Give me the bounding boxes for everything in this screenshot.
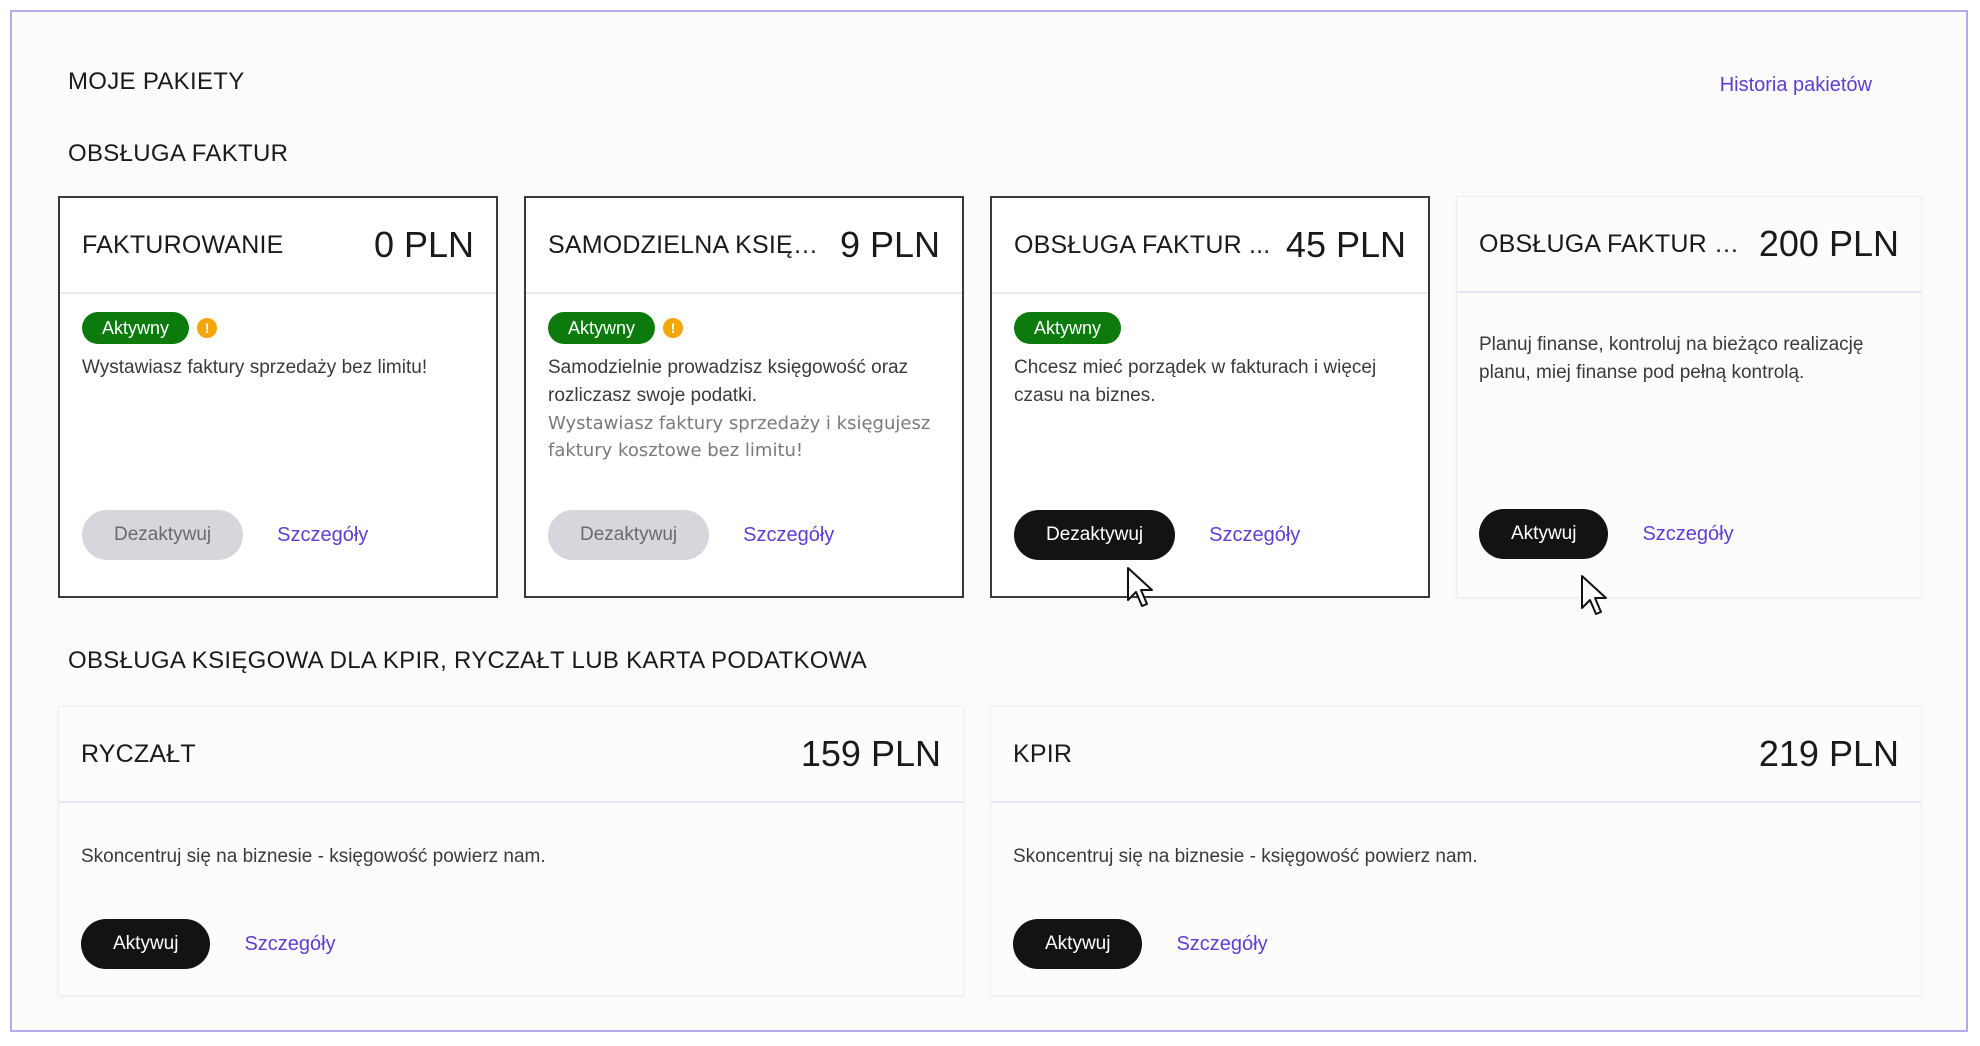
package-price: 219 PLN [1758,733,1899,774]
package-name: KPIR [1013,739,1073,768]
section-title-accounting: OBSŁUGA KSIĘGOWA DLA KPIR, RYCZAŁT LUB K… [68,647,868,674]
package-price: 159 PLN [800,733,941,774]
package-price: 45 PLN [1285,224,1406,265]
deactivate-button[interactable]: Dezaktywuj [82,510,244,560]
card-actions: Aktywuj Szczegóły [81,919,336,969]
deactivate-button[interactable]: Dezaktywuj [548,510,710,560]
card-header: SAMODZIELNA KSIĘG... 9 PLN [526,198,962,294]
card-header: RYCZAŁT 159 PLN [59,707,963,803]
card-body: Planuj finanse, kontroluj na bieżąco rea… [1457,293,1921,387]
status-row: Aktywny ! [548,312,940,344]
card-header: KPIR 219 PLN [991,707,1921,803]
mouse-pointer-icon [1127,567,1153,607]
package-card-samodzielna-ksiegowosc: SAMODZIELNA KSIĘG... 9 PLN Aktywny ! Sam… [524,196,964,598]
card-actions: Aktywuj Szczegóły [1013,919,1268,969]
card-header: OBSŁUGA FAKTUR D... 200 PLN [1457,197,1921,293]
section-title-invoices: OBSŁUGA FAKTUR [68,140,289,167]
details-link[interactable]: Szczegóły [1642,523,1733,546]
mouse-pointer-icon [1581,575,1607,615]
package-sub-description: Wystawiasz faktury sprzedaży i księgujes… [548,413,931,461]
warning-icon[interactable]: ! [197,318,218,338]
details-link[interactable]: Szczegóły [1209,524,1300,547]
status-badge: Aktywny [82,312,190,344]
package-name: FAKTUROWANIE [82,230,284,259]
package-name: OBSŁUGA FAKTUR D... [1479,229,1753,258]
package-price: 9 PLN [839,224,940,265]
package-card-fakturowanie: FAKTUROWANIE 0 PLN Aktywny ! Wystawiasz … [58,196,498,598]
package-card-kpir: KPIR 219 PLN Skoncentruj się na biznesie… [990,706,1922,996]
card-actions: Dezaktywuj Szczegóły [1014,510,1300,560]
package-description: Skoncentruj się na biznesie - księgowość… [81,846,546,867]
card-body: Aktywny Chcesz mieć porządek w fakturach… [992,294,1428,410]
package-name: SAMODZIELNA KSIĘG... [548,230,834,259]
status-row: Aktywny ! [82,312,474,344]
activate-button[interactable]: Aktywuj [1479,509,1609,559]
package-card-obsluga-faktur: OBSŁUGA FAKTUR ... 45 PLN Aktywny Chcesz… [990,196,1430,598]
package-price: 200 PLN [1758,223,1899,264]
package-description: Chcesz mieć porządek w fakturach i więce… [1014,357,1377,406]
status-badge: Aktywny [548,312,656,344]
card-body: Aktywny ! Samodzielnie prowadzisz księgo… [526,294,962,464]
card-header: FAKTUROWANIE 0 PLN [60,198,496,294]
package-description: Planuj finanse, kontroluj na bieżąco rea… [1479,334,1864,383]
warning-icon[interactable]: ! [663,318,684,338]
activate-button[interactable]: Aktywuj [81,919,211,969]
package-name: RYCZAŁT [81,739,196,768]
card-header: OBSŁUGA FAKTUR ... 45 PLN [992,198,1428,294]
package-price: 0 PLN [373,224,474,265]
package-name: OBSŁUGA FAKTUR ... [1014,230,1271,259]
card-body: Skoncentruj się na biznesie - księgowość… [59,803,963,871]
package-description: Samodzielnie prowadzisz księgowość oraz … [548,357,909,406]
page-frame: MOJE PAKIETY Historia pakietów OBSŁUGA F… [10,10,1968,1032]
card-body: Skoncentruj się na biznesie - księgowość… [991,803,1921,871]
package-description: Wystawiasz faktury sprzedaży bez limitu! [82,357,428,378]
activate-button[interactable]: Aktywuj [1013,919,1143,969]
package-card-ryczalt: RYCZAŁT 159 PLN Skoncentruj się na bizne… [58,706,964,996]
page-title: MOJE PAKIETY [68,68,245,95]
details-link[interactable]: Szczegóły [1176,933,1267,956]
history-link[interactable]: Historia pakietów [1720,74,1872,97]
status-badge: Aktywny [1014,312,1122,344]
status-row: Aktywny [1014,312,1406,344]
card-actions: Dezaktywuj Szczegóły [82,510,368,560]
package-description: Skoncentruj się na biznesie - księgowość… [1013,846,1478,867]
card-actions: Aktywuj Szczegóły [1479,509,1734,559]
card-body: Aktywny ! Wystawiasz faktury sprzedaży b… [60,294,496,382]
package-card-obsluga-faktur-d: OBSŁUGA FAKTUR D... 200 PLN Planuj finan… [1456,196,1922,598]
card-actions: Dezaktywuj Szczegóły [548,510,834,560]
details-link[interactable]: Szczegóły [277,524,368,547]
details-link[interactable]: Szczegóły [244,933,335,956]
deactivate-button[interactable]: Dezaktywuj [1014,510,1176,560]
details-link[interactable]: Szczegóły [743,524,834,547]
